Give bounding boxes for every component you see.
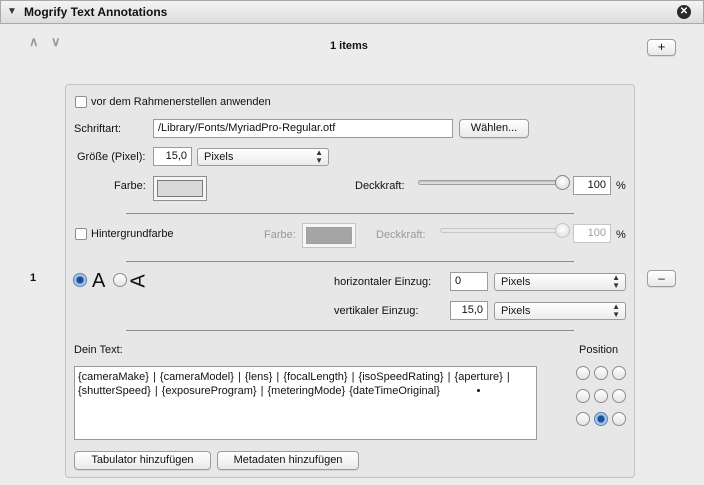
select-arrows-icon: ▲ ▼ (315, 148, 323, 165)
panel-header: ▼ Mogrify Text Annotations ✕ (0, 0, 704, 24)
opacity-field[interactable]: 100 (573, 176, 611, 195)
remove-item-button[interactable]: – (647, 270, 676, 287)
background-color-swatch-label: Farbe: (264, 229, 296, 241)
text-label: Dein Text: (74, 344, 123, 356)
vertical-orientation-radio[interactable] (113, 273, 127, 287)
background-opacity-slider-track[interactable] (440, 228, 568, 233)
divider (126, 330, 574, 331)
size-label: Größe (Pixel): (77, 151, 146, 163)
background-opacity-field[interactable]: 100 (573, 224, 611, 243)
disclosure-triangle-icon[interactable]: ▼ (7, 6, 17, 17)
size-unit-value: Pixels (204, 151, 234, 163)
color-label: Farbe: (114, 180, 146, 192)
size-unit-select[interactable]: Pixels ▲ ▼ (197, 148, 329, 166)
position-bottom-left-radio[interactable] (576, 412, 590, 426)
cursor-dot (477, 389, 480, 392)
position-bottom-right-radio[interactable] (612, 412, 626, 426)
items-count: 1 items (330, 40, 368, 52)
horizontal-orientation-radio[interactable] (73, 273, 87, 287)
position-label: Position (579, 344, 619, 356)
divider (126, 213, 574, 214)
position-middle-left-radio[interactable] (576, 389, 590, 403)
add-metadata-button[interactable]: Metadaten hinzufügen (217, 451, 359, 470)
font-path-field[interactable]: /Library/Fonts/MyriadPro-Regular.otf (153, 119, 453, 138)
move-up-chevron-icon[interactable]: ∧ (29, 34, 39, 50)
position-middle-center-radio[interactable] (594, 389, 608, 403)
vertical-indent-unit-select[interactable]: Pixels ▲ ▼ (494, 302, 626, 320)
background-color-swatch (306, 227, 352, 244)
panel-title: Mogrify Text Annotations (24, 5, 168, 19)
annotation-text-area[interactable]: {cameraMake} | {cameraModel} | {lens} | … (74, 366, 537, 440)
choose-font-button[interactable]: Wählen... (459, 119, 529, 138)
vertical-indent-label: vertikaler Einzug: (334, 305, 419, 317)
add-tab-button[interactable]: Tabulator hinzufügen (74, 451, 211, 470)
horizontal-indent-label: horizontaler Einzug: (334, 276, 432, 288)
background-opacity-slider-knob[interactable] (555, 223, 570, 238)
background-color-well[interactable] (302, 223, 356, 248)
select-arrows-icon: ▲ ▼ (612, 302, 620, 319)
opacity-slider-knob[interactable] (555, 175, 570, 190)
size-field[interactable]: 15,0 (153, 147, 192, 166)
add-item-button[interactable]: + (647, 39, 676, 56)
divider (126, 261, 574, 262)
opacity-percent: % (616, 180, 626, 192)
opacity-label: Deckkraft: (355, 180, 405, 192)
position-middle-right-radio[interactable] (612, 389, 626, 403)
vertical-indent-unit-value: Pixels (501, 305, 531, 317)
before-frame-checkbox[interactable] (75, 96, 87, 108)
close-icon[interactable]: ✕ (677, 5, 691, 19)
text-color-well[interactable] (153, 176, 207, 201)
vertical-indent-field[interactable]: 15,0 (450, 301, 488, 320)
position-top-right-radio[interactable] (612, 366, 626, 380)
position-bottom-center-radio[interactable] (594, 412, 608, 426)
select-arrows-icon: ▲ ▼ (612, 273, 620, 290)
background-color-checkbox[interactable] (75, 228, 87, 240)
position-top-center-radio[interactable] (594, 366, 608, 380)
horizontal-text-icon: A (92, 270, 106, 292)
font-label: Schriftart: (74, 123, 122, 135)
opacity-slider-track[interactable] (418, 180, 568, 185)
position-top-left-radio[interactable] (576, 366, 590, 380)
background-opacity-percent: % (616, 229, 626, 241)
horizontal-indent-unit-select[interactable]: Pixels ▲ ▼ (494, 273, 626, 291)
vertical-text-icon: A (127, 274, 150, 288)
row-number: 1 (30, 272, 37, 284)
background-opacity-label: Deckkraft: (376, 229, 426, 241)
background-color-label: Hintergrundfarbe (91, 228, 174, 240)
text-color-swatch (157, 180, 203, 197)
horizontal-indent-unit-value: Pixels (501, 276, 531, 288)
move-down-chevron-icon[interactable]: ∨ (51, 34, 61, 50)
before-frame-label: vor dem Rahmenerstellen anwenden (91, 96, 271, 108)
horizontal-indent-field[interactable]: 0 (450, 272, 488, 291)
